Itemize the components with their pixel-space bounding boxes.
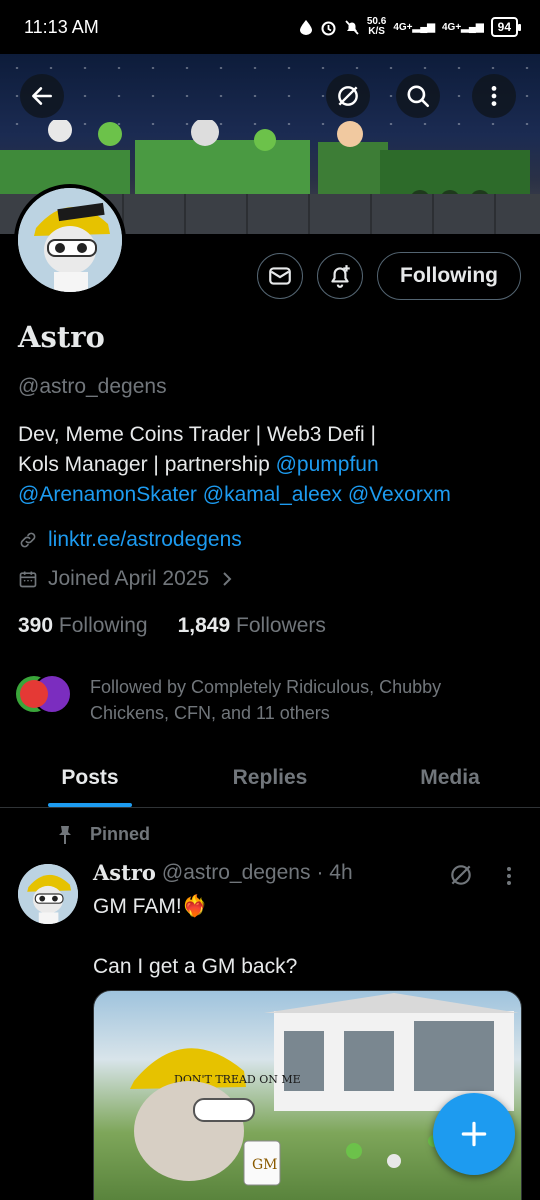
post-avatar-illustration xyxy=(18,864,78,924)
calendar-icon xyxy=(19,571,37,588)
plus-icon xyxy=(461,1121,487,1147)
alarm-icon xyxy=(321,21,336,35)
profile-bio: Dev, Meme Coins Trader | Web3 Defi | Kol… xyxy=(18,420,528,510)
post-header: Astro @astro_degens · 4h xyxy=(93,860,353,885)
back-button[interactable] xyxy=(20,74,64,118)
website-row: linktr.ee/astrodegens xyxy=(18,528,242,552)
bio-text-2: Kols Manager | partnership xyxy=(18,453,276,476)
more-options-button[interactable] xyxy=(472,74,516,118)
chevron-right-icon xyxy=(223,572,232,586)
profile-avatar[interactable] xyxy=(14,184,126,296)
post-text-line-1: GM FAM!❤️‍🔥 xyxy=(93,895,208,918)
signal-1: 4G+▂▄▆ xyxy=(393,21,435,33)
envelope-icon xyxy=(269,267,291,285)
post-author-name[interactable]: Astro xyxy=(93,860,156,885)
joined-row[interactable]: Joined April 2025 xyxy=(18,567,235,591)
data-saver-icon xyxy=(299,20,312,35)
following-button[interactable]: Following xyxy=(377,252,521,300)
back-arrow-icon xyxy=(32,87,52,105)
following-count[interactable]: 390 Following xyxy=(18,614,148,638)
grok-icon xyxy=(338,86,358,106)
post-author-avatar[interactable] xyxy=(18,864,78,924)
status-time: 11:13 AM xyxy=(24,16,99,37)
pinned-label: Pinned xyxy=(56,824,150,845)
mention-link[interactable]: @ArenamonSkater xyxy=(18,483,197,506)
grok-icon[interactable] xyxy=(448,862,474,888)
post-time[interactable]: · 4h xyxy=(316,861,352,885)
followed-by-row[interactable]: Followed by Completely Ridiculous, Chubb… xyxy=(14,674,510,726)
tab-media[interactable]: Media xyxy=(360,748,540,807)
post-author-handle[interactable]: @astro_degens xyxy=(162,861,311,885)
mention-link[interactable]: @pumpfun xyxy=(276,453,379,476)
post-text-line-2: Can I get a GM back? xyxy=(93,955,298,978)
profile-handle: @astro_degens xyxy=(18,375,167,398)
followers-count[interactable]: 1,849 Followers xyxy=(178,614,326,638)
more-vertical-icon xyxy=(491,86,497,106)
followed-by-text: Followed by Completely Ridiculous, Chubb… xyxy=(90,677,442,723)
bell-plus-icon xyxy=(331,265,350,288)
status-icons: 50.6 K/S 4G+▂▄▆ 4G+▂▄▆ 94 xyxy=(299,16,522,37)
grok-button[interactable] xyxy=(326,74,370,118)
follow-counts: 390 Following 1,849 Followers xyxy=(18,614,326,638)
status-bar: 11:13 AM 50.6 K/S 4G+▂▄▆ 4G+▂▄▆ 94 xyxy=(0,0,540,54)
message-button[interactable] xyxy=(257,253,304,299)
mug-text: GM xyxy=(252,1157,278,1173)
pin-icon xyxy=(59,825,71,844)
bio-text-1: Dev, Meme Coins Trader | Web3 Defi | xyxy=(18,423,376,446)
signal-2: 4G+▂▄▆ xyxy=(441,21,484,33)
website-link[interactable]: linktr.ee/astrodegens xyxy=(48,528,242,552)
search-icon xyxy=(407,85,430,108)
net-speed: 50.6 K/S xyxy=(366,16,387,37)
avatar-illustration xyxy=(18,188,122,292)
profile-name: Astro xyxy=(18,320,105,354)
link-icon xyxy=(20,532,36,548)
notifications-off-icon xyxy=(345,19,359,35)
mention-link[interactable]: @Vexorxm xyxy=(348,483,451,506)
followed-by-avatars xyxy=(14,674,76,714)
post-text: GM FAM!❤️‍🔥 Can I get a GM back? xyxy=(93,892,297,982)
tab-posts[interactable]: Posts xyxy=(0,748,180,807)
post-more-icon[interactable] xyxy=(498,864,520,888)
mention-link[interactable]: @kamal_aleex xyxy=(203,483,342,506)
joined-date: Joined April 2025 xyxy=(48,567,210,590)
compose-post-button[interactable] xyxy=(433,1093,515,1175)
profile-tabs: Posts Replies Media xyxy=(0,748,540,808)
search-button[interactable] xyxy=(396,74,440,118)
tab-replies[interactable]: Replies xyxy=(180,748,360,807)
battery-indicator: 94 xyxy=(490,17,522,37)
notify-button[interactable] xyxy=(317,253,364,299)
follower-avatar-inner xyxy=(20,680,48,708)
profile-actions: Following xyxy=(257,252,521,300)
